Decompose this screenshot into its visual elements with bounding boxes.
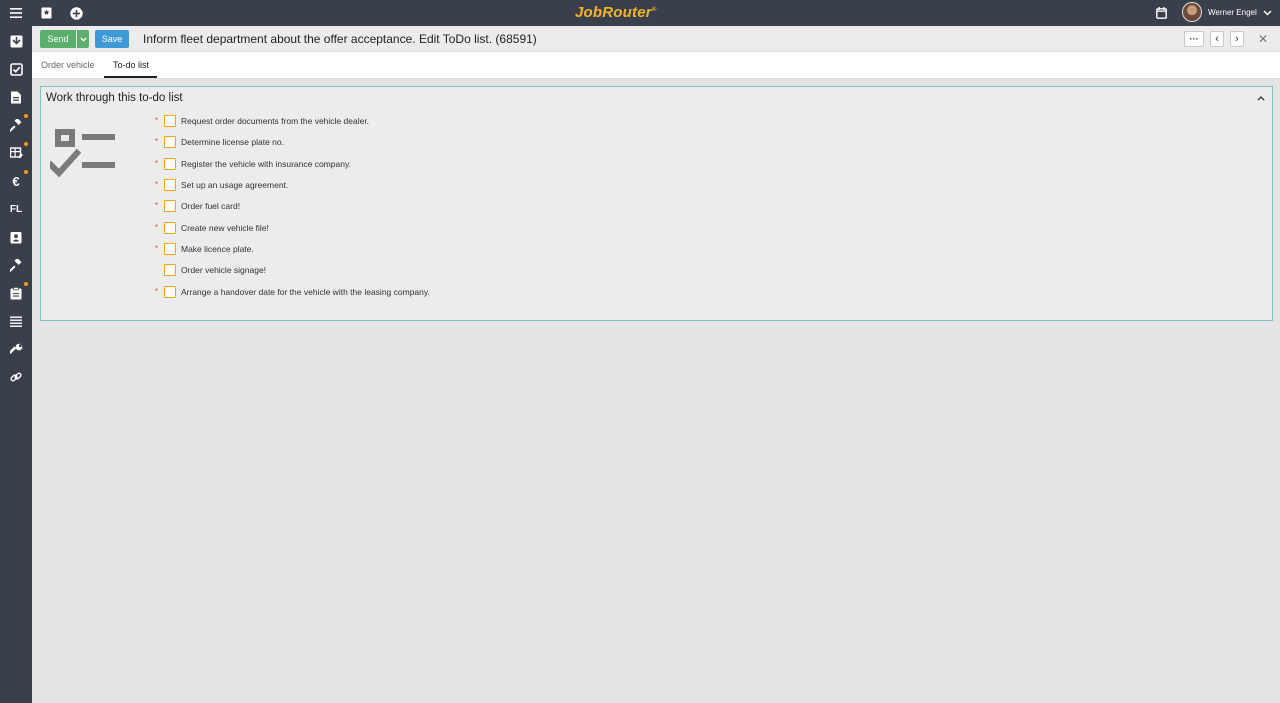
notification-dot — [24, 170, 28, 174]
todo-label: Create new vehicle file! — [181, 223, 269, 233]
gavel-icon[interactable] — [8, 117, 24, 133]
todo-checkbox[interactable] — [164, 222, 176, 234]
todo-checkbox[interactable] — [164, 136, 176, 148]
calendar-icon[interactable] — [1152, 4, 1170, 22]
todo-item: * Arrange a handover date for the vehicl… — [155, 285, 555, 301]
add-icon[interactable] — [67, 4, 85, 22]
todo-panel: Work through this to-do list * Request o… — [40, 86, 1273, 321]
required-marker: * — [155, 159, 159, 168]
more-options-button[interactable]: ··· — [1184, 31, 1204, 47]
required-marker: * — [155, 244, 159, 253]
close-icon[interactable]: ✕ — [1255, 31, 1271, 47]
contact-card-icon[interactable] — [8, 229, 24, 245]
todo-item: * Request order documents from the vehic… — [155, 114, 555, 130]
todo-checkbox[interactable] — [164, 179, 176, 191]
fl-icon[interactable]: FL — [8, 201, 24, 217]
todo-item: Order vehicle signage! — [155, 263, 555, 279]
todo-checkbox[interactable] — [164, 286, 176, 298]
wrench-icon[interactable] — [8, 341, 24, 357]
todo-item: * Set up an usage agreement. — [155, 178, 555, 194]
checklist-illustration-icon — [50, 129, 115, 178]
table-edit-icon[interactable] — [8, 145, 24, 161]
active-tab-indicator — [104, 76, 157, 78]
required-marker: * — [155, 287, 159, 296]
todo-checkbox[interactable] — [164, 115, 176, 127]
todo-label: Set up an usage agreement. — [181, 180, 289, 190]
chevron-down-icon — [79, 36, 87, 42]
send-dropdown-button[interactable] — [77, 30, 89, 48]
document-icon[interactable] — [8, 89, 24, 105]
todo-item: * Make licence plate. — [155, 242, 555, 258]
notification-dot — [24, 114, 28, 118]
todo-item: * Create new vehicle file! — [155, 221, 555, 237]
euro-icon[interactable]: € — [8, 173, 24, 189]
required-marker: * — [155, 116, 159, 125]
todo-label: Arrange a handover date for the vehicle … — [181, 287, 430, 297]
required-marker: * — [155, 201, 159, 210]
tab-order-vehicle[interactable]: Order vehicle — [41, 60, 95, 70]
todo-checkbox[interactable] — [164, 243, 176, 255]
menu-icon[interactable] — [7, 4, 25, 22]
bookmark-icon[interactable] — [37, 4, 55, 22]
todo-label: Request order documents from the vehicle… — [181, 116, 370, 126]
todo-item: * Order fuel card! — [155, 199, 555, 215]
hammer-icon[interactable] — [8, 257, 24, 273]
todo-checkbox[interactable] — [164, 200, 176, 212]
previous-button[interactable]: ‹ — [1210, 31, 1224, 47]
sidebar: € FL — [0, 26, 32, 703]
notification-dot — [24, 142, 28, 146]
user-name[interactable]: Werner Engel — [1208, 8, 1257, 17]
link-icon[interactable] — [8, 369, 24, 385]
app-logo: JobRouter® — [575, 4, 657, 21]
todo-checkbox[interactable] — [164, 264, 176, 276]
required-marker: * — [155, 137, 159, 146]
next-button[interactable]: › — [1230, 31, 1244, 47]
todo-item: * Determine license plate no. — [155, 135, 555, 151]
todo-label: Register the vehicle with insurance comp… — [181, 159, 351, 169]
todo-label: Order fuel card! — [181, 201, 241, 211]
tab-bar: Order vehicle To-do list — [32, 52, 1280, 79]
todo-item: * Register the vehicle with insurance co… — [155, 157, 555, 173]
todo-label: Determine license plate no. — [181, 137, 285, 147]
send-button[interactable]: Send — [40, 30, 76, 48]
page-title: Inform fleet department about the offer … — [143, 32, 537, 46]
clipboard-icon[interactable] — [8, 285, 24, 301]
checked-box-icon[interactable] — [8, 61, 24, 77]
chevron-down-icon[interactable] — [1258, 4, 1276, 22]
todo-label: Make licence plate. — [181, 244, 254, 254]
chevron-up-icon[interactable] — [1254, 91, 1268, 105]
inbox-icon[interactable] — [8, 33, 24, 49]
avatar[interactable] — [1182, 2, 1202, 22]
todo-checkbox[interactable] — [164, 158, 176, 170]
tab-to-do-list[interactable]: To-do list — [113, 60, 149, 70]
save-button[interactable]: Save — [95, 30, 129, 48]
todo-label: Order vehicle signage! — [181, 265, 267, 275]
list-icon[interactable] — [8, 313, 24, 329]
action-bar: Send Save Inform fleet department about … — [32, 26, 1280, 52]
notification-dot — [24, 282, 28, 286]
required-marker: * — [155, 223, 159, 232]
required-marker: * — [155, 180, 159, 189]
top-bar: JobRouter® Werner Engel — [0, 0, 1280, 26]
panel-title: Work through this to-do list — [46, 92, 183, 104]
